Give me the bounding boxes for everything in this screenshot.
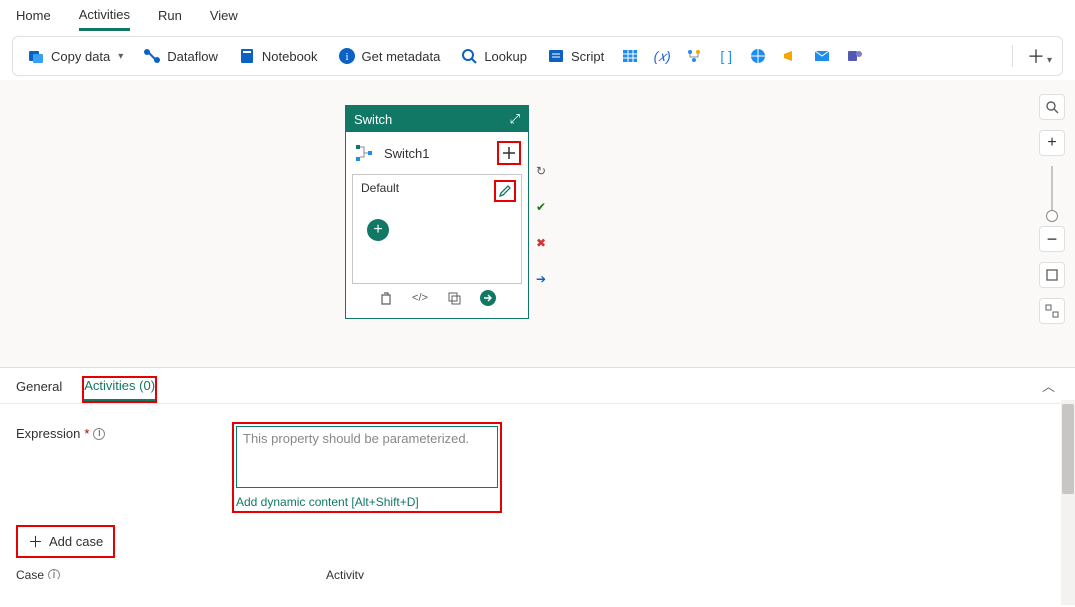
- fit-screen-button[interactable]: [1039, 262, 1065, 288]
- tab-home[interactable]: Home: [16, 8, 51, 29]
- panel-scrollbar[interactable]: [1061, 400, 1075, 605]
- add-activity-button[interactable]: ＋▾: [1023, 43, 1056, 69]
- tab-view[interactable]: View: [210, 8, 238, 29]
- copy-icon[interactable]: [446, 290, 462, 306]
- tool-get-metadata[interactable]: i Get metadata: [330, 43, 449, 69]
- pipeline-icon[interactable]: [684, 46, 704, 66]
- success-handle-icon[interactable]: ✔: [534, 200, 548, 214]
- run-icon[interactable]: [480, 290, 496, 306]
- tool-script-label: Script: [571, 49, 604, 64]
- zoom-in-button[interactable]: +: [1039, 130, 1065, 156]
- add-case-label: Add case: [49, 534, 103, 549]
- required-asterisk: *: [84, 426, 89, 441]
- tab-run[interactable]: Run: [158, 8, 182, 29]
- toolbar-extra-icons: (𝑥) [ ]: [620, 46, 864, 66]
- tool-notebook[interactable]: Notebook: [230, 43, 326, 69]
- switch-branch-icon: [354, 143, 374, 163]
- edit-default-button[interactable]: [495, 181, 515, 201]
- toolbar-divider: [1012, 45, 1013, 67]
- teams-icon[interactable]: [844, 46, 864, 66]
- tool-script[interactable]: Script: [539, 43, 612, 69]
- svg-text:i: i: [345, 51, 348, 63]
- tool-get-metadata-label: Get metadata: [362, 49, 441, 64]
- tool-lookup-label: Lookup: [484, 49, 527, 64]
- add-activity-inside-button[interactable]: +: [367, 219, 389, 241]
- code-icon[interactable]: </>: [412, 290, 428, 306]
- info-icon: i: [338, 47, 356, 65]
- card-action-bar: </>: [352, 284, 522, 312]
- switch-card-header: Switch ⤢: [346, 106, 528, 132]
- add-case-plus-button[interactable]: [498, 142, 520, 164]
- panel-tab-general[interactable]: General: [16, 379, 62, 400]
- notebook-icon: [238, 47, 256, 65]
- globe-icon[interactable]: [748, 46, 768, 66]
- announce-icon[interactable]: [780, 46, 800, 66]
- mail-icon[interactable]: [812, 46, 832, 66]
- default-case-label: Default: [361, 181, 399, 195]
- scrollbar-thumb[interactable]: [1062, 404, 1074, 494]
- info-icon[interactable]: i: [93, 428, 105, 440]
- switch-title: Switch: [354, 112, 392, 127]
- skip-handle-icon[interactable]: ➔: [534, 272, 548, 286]
- expand-icon[interactable]: ⤢: [510, 111, 520, 127]
- tool-dataflow-label: Dataflow: [167, 49, 218, 64]
- fail-handle-icon[interactable]: ✖: [534, 236, 548, 250]
- default-case-box: Default +: [352, 174, 522, 284]
- redo-handle-icon[interactable]: ↻: [534, 164, 548, 178]
- case-table-header: Case i Activity: [16, 568, 1059, 579]
- expression-label: Expression * i: [16, 422, 216, 441]
- search-icon: [460, 47, 478, 65]
- switch-activity-card[interactable]: Switch ⤢ Switch1 Default +: [345, 105, 529, 319]
- grid-icon[interactable]: [620, 46, 640, 66]
- pipeline-canvas[interactable]: Switch ⤢ Switch1 Default +: [0, 80, 1075, 368]
- brackets-icon[interactable]: [ ]: [716, 46, 736, 66]
- tab-activities[interactable]: Activities: [79, 7, 130, 31]
- zoom-out-button[interactable]: −: [1039, 226, 1065, 252]
- plus-icon: ＋: [28, 531, 43, 552]
- panel-tab-activities[interactable]: Activities (0): [84, 378, 155, 401]
- col-activity-label: Activity: [326, 568, 364, 579]
- properties-panel-tabs: General Activities (0) ︿: [0, 368, 1075, 404]
- switch-name-label: Switch1: [384, 146, 488, 161]
- chevron-down-icon: ▾: [118, 51, 123, 62]
- delete-icon[interactable]: [378, 290, 394, 306]
- script-icon: [547, 47, 565, 65]
- dataflow-icon: [143, 47, 161, 65]
- info-icon[interactable]: i: [48, 569, 60, 579]
- expression-label-text: Expression: [16, 426, 80, 441]
- card-side-handles: ↻ ✔ ✖ ➔: [534, 164, 548, 286]
- add-dynamic-content-link[interactable]: Add dynamic content [Alt+Shift+D]: [236, 495, 419, 509]
- expression-input[interactable]: [236, 426, 498, 488]
- tool-dataflow[interactable]: Dataflow: [135, 43, 226, 69]
- copy-data-icon: [27, 47, 45, 65]
- properties-panel-body: Expression * i Add dynamic content [Alt+…: [0, 404, 1075, 579]
- activity-toolbar: Copy data ▾ Dataflow Notebook i Get meta…: [12, 36, 1063, 76]
- tool-lookup[interactable]: Lookup: [452, 43, 535, 69]
- collapse-panel-button[interactable]: ︿: [1042, 376, 1055, 395]
- tool-copy-data-label: Copy data: [51, 49, 110, 64]
- canvas-search-button[interactable]: [1039, 94, 1065, 120]
- add-case-button[interactable]: ＋ Add case: [16, 525, 115, 558]
- zoom-slider[interactable]: [1051, 166, 1053, 216]
- expression-highlight: Add dynamic content [Alt+Shift+D]: [232, 422, 502, 513]
- top-tabs: Home Activities Run View: [0, 0, 1075, 32]
- layout-button[interactable]: [1039, 298, 1065, 324]
- col-case-label: Case: [16, 568, 44, 579]
- tool-notebook-label: Notebook: [262, 49, 318, 64]
- zoom-controls: + −: [1039, 94, 1065, 324]
- tool-copy-data[interactable]: Copy data ▾: [19, 43, 131, 69]
- variable-icon[interactable]: (𝑥): [652, 46, 672, 66]
